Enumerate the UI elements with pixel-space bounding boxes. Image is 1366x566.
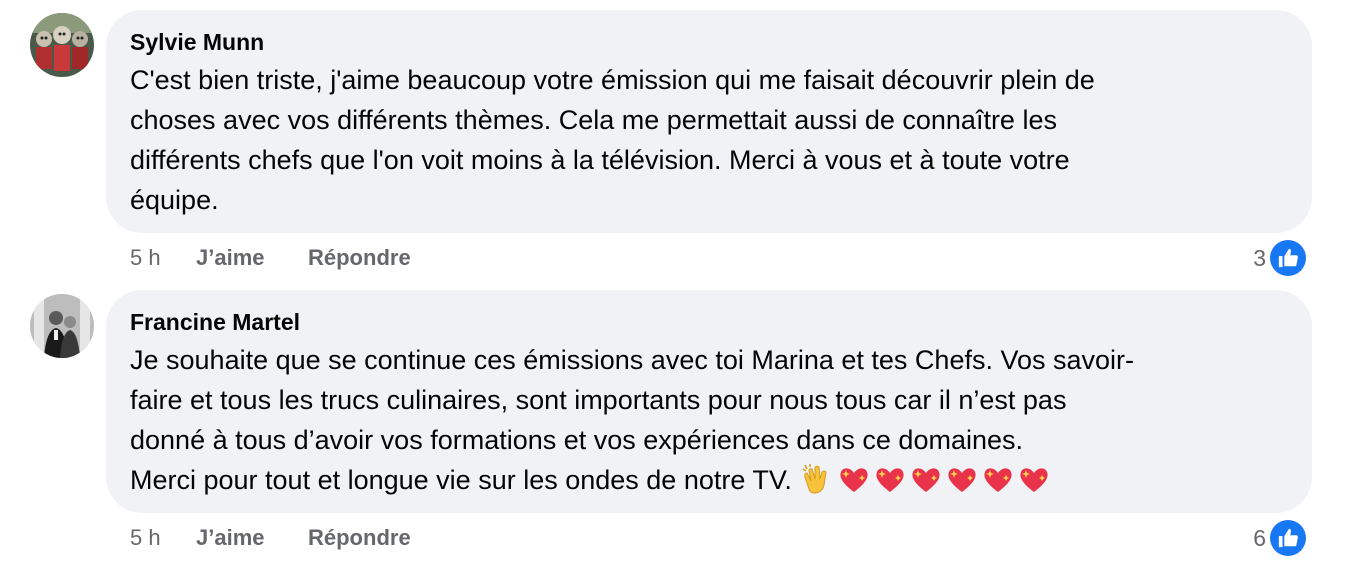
- clapping-hands-icon: [803, 464, 827, 494]
- sparkling-heart-icon: [840, 468, 868, 492]
- comment-author[interactable]: Francine Martel: [130, 308, 1288, 336]
- sparkling-heart-icon: [876, 468, 904, 492]
- sparkling-heart-icon: [1020, 468, 1048, 492]
- avatar[interactable]: [30, 294, 94, 358]
- thumbs-up-icon: [1270, 520, 1306, 556]
- sparkling-heart-icon: [948, 468, 976, 492]
- comment-author[interactable]: Sylvie Munn: [130, 28, 1288, 56]
- like-button[interactable]: J’aime: [196, 245, 308, 271]
- comment-actions: 5 h J’aime Répondre: [130, 523, 411, 553]
- reaction-count: 6: [1253, 524, 1266, 551]
- reaction-count: 3: [1253, 244, 1266, 271]
- reaction-summary[interactable]: 6: [1253, 520, 1306, 556]
- comment-text: C'est bien triste, j'aime beaucoup votre…: [130, 65, 1095, 215]
- comment-timestamp[interactable]: 5 h: [130, 525, 196, 551]
- avatar[interactable]: [30, 13, 94, 77]
- comment-bubble: Francine Martel Je souhaite que se conti…: [106, 290, 1312, 513]
- comment-text: Je souhaite que se continue ces émission…: [130, 340, 1288, 500]
- comment-actions: 5 h J’aime Répondre: [130, 243, 411, 273]
- reaction-summary[interactable]: 3: [1253, 240, 1306, 276]
- sparkling-heart-icon: [912, 468, 940, 492]
- comment-bubble: Sylvie Munn C'est bien triste, j'aime be…: [106, 10, 1312, 233]
- emoji-row: [799, 464, 1051, 495]
- like-button[interactable]: J’aime: [196, 525, 308, 551]
- sparkling-heart-icon: [984, 468, 1012, 492]
- reply-button[interactable]: Répondre: [308, 525, 411, 551]
- reply-button[interactable]: Répondre: [308, 245, 411, 271]
- comment-timestamp[interactable]: 5 h: [130, 245, 196, 271]
- thumbs-up-icon: [1270, 240, 1306, 276]
